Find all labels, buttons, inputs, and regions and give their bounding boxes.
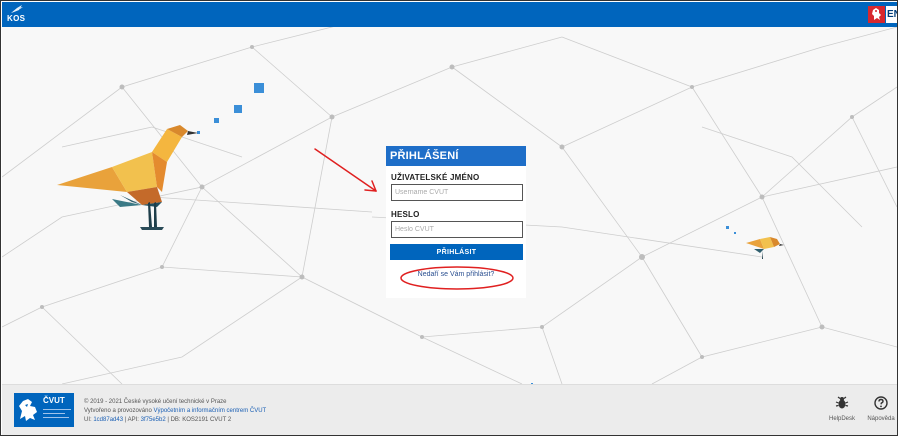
username-label: UŽIVATELSKÉ JMÉNO: [391, 173, 480, 182]
password-input[interactable]: [391, 221, 523, 238]
footer-operated-prefix: Vytvořeno a provozováno: [84, 408, 152, 414]
build-ui-label: UI:: [84, 417, 92, 423]
username-input[interactable]: [391, 184, 523, 201]
czech-lion-flag-icon[interactable]: [868, 6, 885, 23]
build-db-value: KOS2191 CVUT 2: [182, 417, 232, 423]
help-label: Nápověda: [867, 416, 895, 422]
login-form: PŘIHLÁŠENÍ UŽIVATELSKÉ JMÉNO HESLO PŘIHL…: [386, 146, 526, 298]
footer-operated-link[interactable]: Výpočetním a informačním centrem ČVUT: [154, 408, 267, 414]
login-title: PŘIHLÁŠENÍ: [386, 146, 526, 166]
logo-subtext-line: [43, 413, 65, 414]
build-db-label: DB:: [170, 417, 181, 423]
bug-icon: [835, 396, 849, 409]
footer-operated: Vytvořeno a provozováno Výpočetním a inf…: [84, 408, 266, 414]
help-button[interactable]: Nápověda: [864, 396, 897, 422]
question-circle-icon: [874, 396, 888, 410]
build-separator: |: [167, 417, 169, 423]
logo-text: KOS: [7, 14, 26, 23]
build-api-label: API:: [127, 417, 139, 423]
logo-subtext-line: [43, 409, 71, 410]
large-bird-illustration: [57, 125, 198, 230]
build-api-value[interactable]: 3f75e5b2: [141, 417, 166, 423]
footer-build-info: UI: 1cd87ad43 | API: 3f75e5b2 | DB: KOS2…: [84, 417, 231, 423]
cvut-logo-text: ČVUT: [43, 396, 65, 405]
kos-logo[interactable]: KOS: [7, 4, 29, 26]
helpdesk-button[interactable]: HelpDesk: [826, 396, 858, 422]
browser-viewport: KOS EN: [0, 0, 898, 436]
cvut-logo[interactable]: ČVUT: [14, 393, 74, 427]
helpdesk-label: HelpDesk: [828, 416, 855, 422]
build-ui-value[interactable]: 1cd87ad43: [93, 417, 123, 423]
language-switch-en[interactable]: EN: [886, 6, 897, 23]
top-bar: KOS EN: [2, 2, 897, 27]
login-help-link[interactable]: Nedaří se Vám přihlásit?: [386, 271, 526, 278]
cvut-lion-icon: [19, 399, 37, 421]
login-button[interactable]: PŘIHLÁSIT: [390, 244, 523, 260]
footer: ČVUT © 2019 - 2021 České vysoké učení te…: [2, 384, 897, 435]
build-separator: |: [124, 417, 127, 423]
logo-subtext-line: [43, 417, 69, 418]
password-label: HESLO: [391, 210, 420, 219]
footer-copyright: © 2019 - 2021 České vysoké učení technic…: [84, 399, 227, 405]
kos-bird-icon: [11, 5, 23, 13]
